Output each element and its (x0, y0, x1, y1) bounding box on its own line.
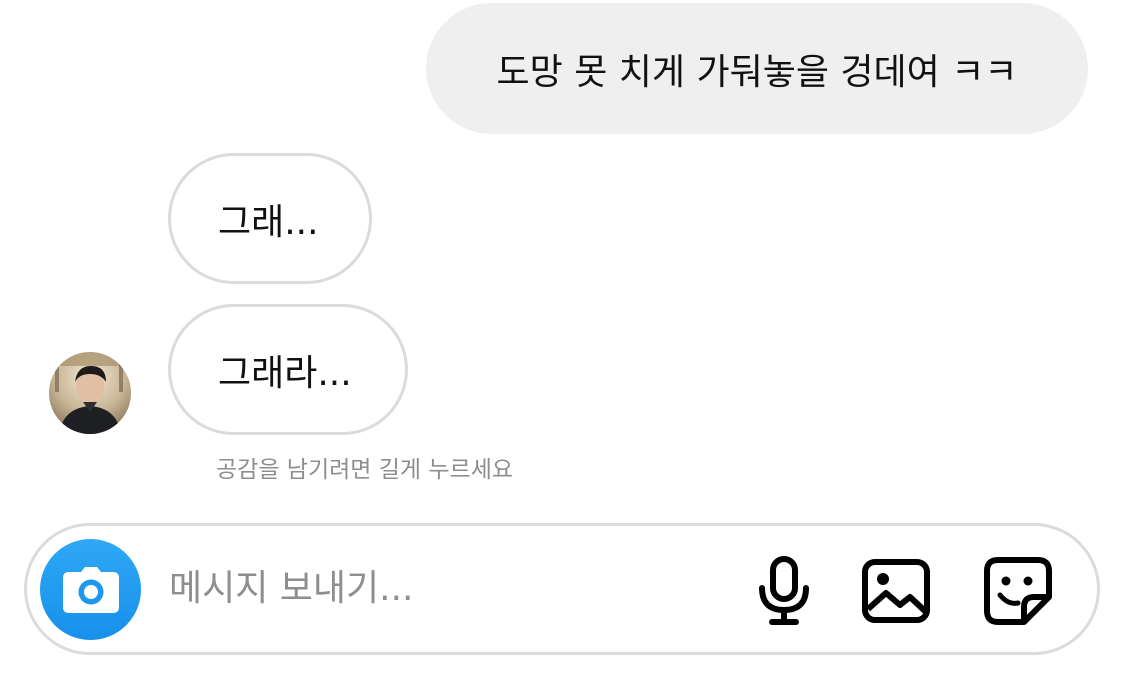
reaction-hint-text: 공감을 남기려면 길게 누르세요 (216, 457, 514, 483)
incoming-message-bubble[interactable]: 그래라... (168, 304, 408, 435)
message-composer (24, 523, 1100, 655)
camera-button[interactable] (40, 539, 141, 640)
chat-screen: 도망 못 치게 가둬놓을 겅데여 ㅋㅋ 그래... 그래라... 공감을 남기려… (0, 0, 1125, 678)
message-text: 그래라... (218, 352, 352, 394)
incoming-message-bubble[interactable]: 그래... (168, 153, 372, 284)
message-text: 그래... (218, 201, 319, 243)
sticker-button[interactable] (983, 556, 1053, 626)
microphone-button[interactable] (749, 556, 819, 626)
message-input[interactable] (169, 556, 729, 620)
camera-icon (62, 566, 119, 613)
sender-avatar[interactable] (49, 352, 131, 434)
image-gallery-icon (862, 559, 930, 623)
outgoing-message-bubble[interactable]: 도망 못 치게 가둬놓을 겅데여 ㅋㅋ (426, 3, 1088, 134)
avatar-photo (49, 352, 131, 434)
gallery-button[interactable] (861, 556, 931, 626)
message-text: 도망 못 치게 가둬놓을 겅데여 ㅋㅋ (496, 51, 1018, 93)
sticker-icon (984, 557, 1052, 625)
microphone-icon (759, 556, 809, 625)
